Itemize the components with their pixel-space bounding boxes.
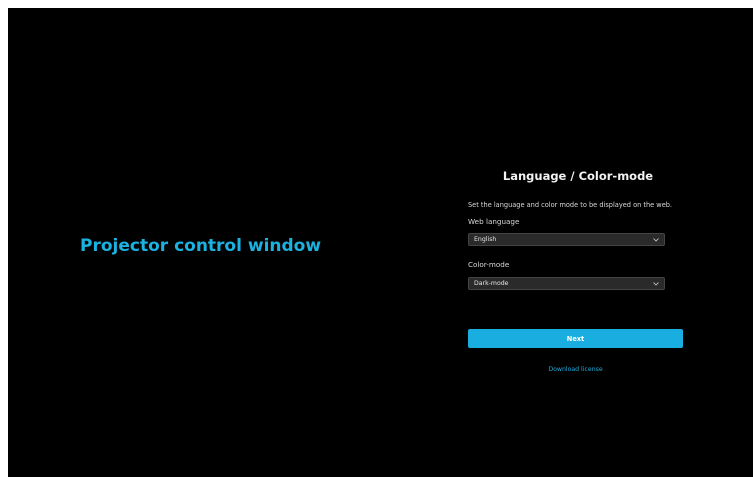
web-language-label: Web language [468, 217, 520, 226]
web-language-select[interactable]: English [468, 233, 665, 246]
screen-caption: Projector control window [80, 236, 322, 256]
panel-description: Set the language and color mode to be di… [468, 201, 673, 209]
page: Projector control window Language / Colo… [0, 0, 753, 477]
chevron-down-icon [653, 238, 659, 242]
color-mode-value: Dark-mode [474, 280, 509, 287]
download-license-link[interactable]: Download license [468, 366, 683, 373]
color-mode-label: Color-mode [468, 260, 510, 269]
panel-title: Language / Color-mode [502, 169, 654, 183]
chevron-down-icon [653, 282, 659, 286]
projector-screen: Projector control window Language / Colo… [8, 8, 753, 477]
next-button[interactable]: Next [468, 329, 683, 348]
color-mode-select[interactable]: Dark-mode [468, 277, 665, 290]
web-language-value: English [474, 236, 497, 243]
